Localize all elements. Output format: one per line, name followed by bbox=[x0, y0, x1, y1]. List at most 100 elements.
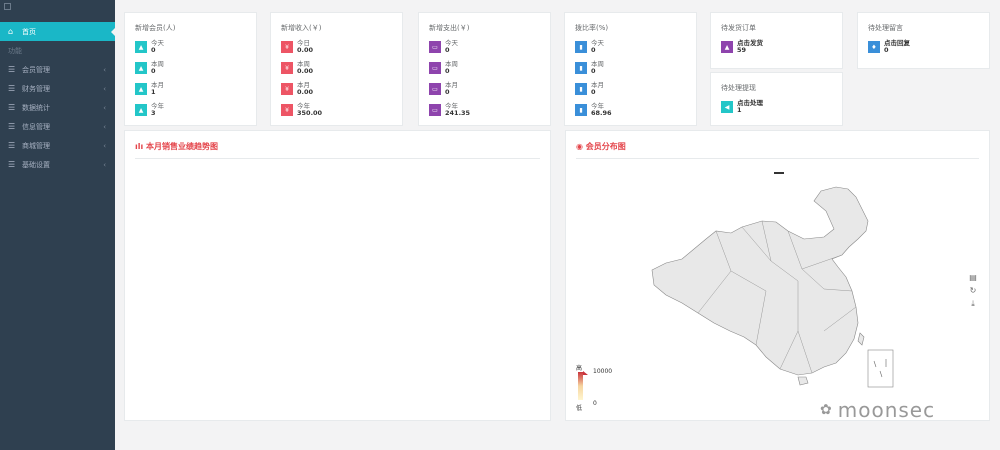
stat-card-title: 新增支出(￥) bbox=[429, 24, 470, 32]
sidebar: ⌂ 首页 功能 ☰ 会员管理 ‹ ☰ 财务管理 ‹ ☰ 数据统计 ‹ ☰ 信息管理 ‹ ☰ 商城管理 ‹ ☰ 基… bbox=[0, 0, 116, 450]
map-toolbox: ▤ ↻ ⤓ bbox=[969, 271, 977, 310]
download-icon[interactable]: ⤓ bbox=[969, 297, 977, 310]
pending-withdraw-title: 待处理提现 bbox=[721, 84, 756, 92]
bar-icon: ▮ bbox=[575, 62, 587, 74]
sidebar-item-2[interactable]: ☰ 数据统计 ‹ bbox=[0, 98, 115, 117]
sidebar-item-1[interactable]: ☰ 财务管理 ‹ bbox=[0, 79, 115, 98]
stat-row: ▲ 今年 3 bbox=[135, 103, 164, 117]
legend-max-handle-icon[interactable] bbox=[583, 371, 588, 375]
sidebar-item-5[interactable]: ☰ 基础设置 ‹ bbox=[0, 155, 115, 174]
map-taiwan bbox=[857, 332, 865, 346]
card-icon: ▭ bbox=[429, 83, 441, 95]
china-map[interactable] bbox=[566, 131, 991, 422]
legend-high-label: 高 bbox=[576, 365, 583, 372]
stat-row: ¥ 今年 350.00 bbox=[281, 103, 322, 117]
stat-card-title: 拨比率(%) bbox=[575, 24, 609, 32]
divider bbox=[135, 158, 540, 159]
stat-row: ▭ 今年 241.35 bbox=[429, 103, 470, 117]
sidebar-item-home[interactable]: ⌂ 首页 bbox=[0, 22, 116, 41]
sidebar-item-label: 基础设置 bbox=[22, 160, 50, 169]
stat-value: 0.00 bbox=[297, 88, 314, 96]
pending-orders-title: 待发货订单 bbox=[721, 24, 756, 32]
bar-icon: ▮ bbox=[575, 83, 587, 95]
stat-value: 0.00 bbox=[297, 46, 314, 54]
map-mainland bbox=[651, 186, 869, 376]
stat-value: 241.35 bbox=[445, 109, 471, 117]
stat-card-0: 新增会员(人) ▲ 今天 0 ▲ 本周 0 ▲ 本月 1 ▲ 今年 3 bbox=[124, 12, 257, 126]
user-icon: ▲ bbox=[135, 41, 147, 53]
bar-icon: ▮ bbox=[575, 41, 587, 53]
chevron-right-icon: ‹ bbox=[103, 141, 106, 150]
restore-icon[interactable]: ↻ bbox=[969, 284, 977, 297]
stat-value: 0 bbox=[591, 46, 596, 54]
sidebar-item-label: 首页 bbox=[22, 27, 36, 36]
card-icon: ▭ bbox=[429, 104, 441, 116]
pending-orders-card: 待发货订单 ▲ 点击发货 59 bbox=[710, 12, 843, 69]
list-icon: ☰ bbox=[8, 122, 16, 131]
sidebar-item-3[interactable]: ☰ 信息管理 ‹ bbox=[0, 117, 115, 136]
stat-row: ▭ 本月 0 bbox=[429, 82, 458, 96]
stat-value: 0.00 bbox=[297, 67, 314, 75]
chevron-right-icon: ‹ bbox=[103, 84, 106, 93]
sidebar-item-0[interactable]: ☰ 会员管理 ‹ bbox=[0, 60, 115, 79]
stat-value: 350.00 bbox=[297, 109, 323, 117]
yen-icon: ¥ bbox=[281, 104, 293, 116]
stat-row: ▭ 今天 0 bbox=[429, 40, 458, 54]
stat-row: ▲ 本月 1 bbox=[135, 82, 164, 96]
legend-max-value: 10000 bbox=[593, 368, 613, 375]
legend-low-label: 低 bbox=[576, 405, 583, 412]
stat-row: ¥ 本周 0.00 bbox=[281, 61, 313, 75]
user-icon: ▲ bbox=[135, 62, 147, 74]
user-icon: ▲ bbox=[721, 41, 733, 53]
watermark-text: moonsec bbox=[837, 398, 936, 422]
stat-card-3: 拨比率(%) ▮ 今天 0 ▮ 本周 0 ▮ 本月 0 ▮ 今年 68.96 bbox=[564, 12, 697, 126]
chevron-right-icon: ‹ bbox=[103, 122, 106, 131]
sidebar-item-label: 数据统计 bbox=[22, 103, 50, 112]
sidebar-item-label: 会员管理 bbox=[22, 65, 50, 74]
chevron-right-icon: ‹ bbox=[103, 65, 106, 74]
user-icon: ▲ bbox=[135, 83, 147, 95]
list-icon: ☰ bbox=[8, 103, 16, 112]
stat-row: ▭ 本周 0 bbox=[429, 61, 458, 75]
pending-messages-count: 0 bbox=[884, 46, 889, 54]
wechat-icon: ✿ bbox=[820, 402, 832, 418]
pending-orders-count: 59 bbox=[737, 46, 747, 54]
stat-row: ▮ 本周 0 bbox=[575, 61, 604, 75]
stat-value: 0 bbox=[445, 88, 450, 96]
stat-row: ▮ 今年 68.96 bbox=[575, 103, 612, 117]
legend-min-value: 0 bbox=[593, 400, 597, 407]
stat-value: 0 bbox=[151, 67, 156, 75]
list-icon: ☰ bbox=[8, 65, 16, 74]
sales-trend-panel: ılı 本月销售业绩趋势图 bbox=[124, 130, 551, 421]
stat-row: ▮ 今天 0 bbox=[575, 40, 604, 54]
pending-messages-card: 待处理留言 ♦ 点击回复 0 bbox=[857, 12, 990, 69]
stat-row: ▲ 今天 0 bbox=[135, 40, 164, 54]
stat-row: ¥ 今日 0.00 bbox=[281, 40, 313, 54]
legend-gradient-bar bbox=[578, 372, 583, 400]
yen-icon: ¥ bbox=[281, 62, 293, 74]
pin-icon: ♦ bbox=[868, 41, 880, 53]
stat-value: 0 bbox=[445, 46, 450, 54]
stat-value: 68.96 bbox=[591, 109, 612, 117]
stat-value: 0 bbox=[445, 67, 450, 75]
stat-card-2: 新增支出(￥) ▭ 今天 0 ▭ 本周 0 ▭ 本月 0 ▭ 今年 241.35 bbox=[418, 12, 551, 126]
bar-icon: ▮ bbox=[575, 104, 587, 116]
stat-row: ¥ 本月 0.00 bbox=[281, 82, 313, 96]
stat-value: 1 bbox=[151, 88, 156, 96]
watermark: ✿ moonsec bbox=[820, 398, 935, 422]
menu-toggle-icon[interactable] bbox=[4, 2, 11, 10]
stat-row: ▮ 本月 0 bbox=[575, 82, 604, 96]
sidebar-item-4[interactable]: ☰ 商城管理 ‹ bbox=[0, 136, 115, 155]
megaphone-icon: ◀ bbox=[721, 101, 733, 113]
bar-chart-icon: ılı bbox=[135, 142, 144, 151]
sales-panel-title: 本月销售业绩趋势图 bbox=[146, 142, 219, 151]
pending-withdraw-count: 1 bbox=[737, 106, 742, 114]
sidebar-item-label: 财务管理 bbox=[22, 84, 50, 93]
yen-icon: ¥ bbox=[281, 83, 293, 95]
list-icon: ☰ bbox=[8, 141, 16, 150]
map-south-sea-inset bbox=[867, 349, 894, 388]
sidebar-item-label: 信息管理 bbox=[22, 122, 50, 131]
data-view-icon[interactable]: ▤ bbox=[969, 271, 977, 284]
stat-value: 0 bbox=[151, 46, 156, 54]
card-icon: ▭ bbox=[429, 62, 441, 74]
